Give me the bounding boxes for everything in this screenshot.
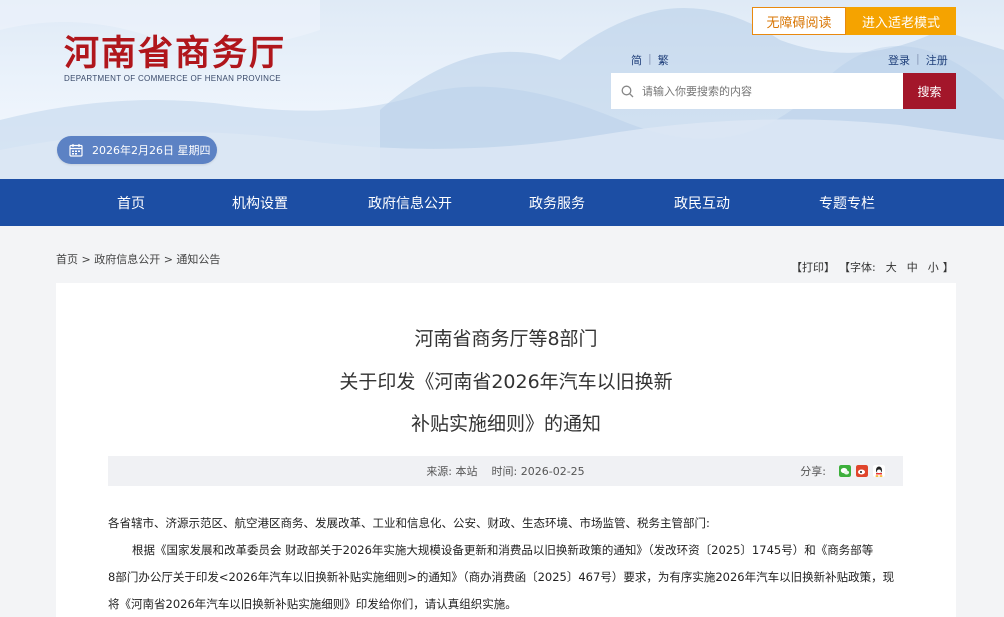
font-large[interactable]: 大	[886, 259, 897, 275]
logo-title: 河南省商务厅	[64, 33, 287, 74]
qq-icon[interactable]	[873, 465, 885, 477]
article-paragraph-line: 根据《国家发展和改革委员会 财政部关于2026年实施大规模设备更新和消费品以旧换…	[132, 543, 874, 557]
current-date: 2026年2月26日 星期四	[92, 144, 211, 157]
article-meta: 来源: 本站 时间: 2026-02-25 分享:	[108, 456, 903, 486]
divider: |	[648, 52, 652, 65]
search-button[interactable]: 搜索	[903, 73, 956, 109]
login-link[interactable]: 登录	[888, 52, 910, 68]
source-value: 本站	[455, 465, 478, 478]
font-medium[interactable]: 中	[907, 259, 918, 275]
source-label: 来源:	[426, 465, 453, 478]
article-title-line3: 补贴实施细则》的通知	[410, 413, 601, 435]
weibo-icon[interactable]	[856, 465, 868, 477]
elder-mode-button[interactable]: 进入适老模式	[846, 7, 956, 35]
article-salutation: 各省辖市、济源示范区、航空港区商务、发展改革、工业和信息化、公安、财政、生态环境…	[108, 516, 710, 530]
article-paragraph-line: 将《河南省2026年汽车以旧换新补贴实施细则》印发给你们，请认真组织实施。	[108, 597, 517, 611]
site-header: 河南省商务厅 DEPARTMENT OF COMMERCE OF HENAN P…	[0, 0, 1004, 179]
wechat-icon[interactable]	[839, 465, 851, 477]
share-bar: 分享:	[800, 456, 885, 486]
font-small[interactable]: 小	[928, 259, 939, 275]
search-icon	[621, 85, 634, 97]
time-label: 时间:	[491, 465, 518, 478]
search-bar: 搜索	[611, 73, 956, 109]
article-paragraph-line: 8部门办公厅关于印发<2026年汽车以旧换新补贴实施细则>的通知》（商办消费函〔…	[108, 570, 895, 584]
language-switch: 简 | 繁	[631, 52, 669, 68]
traditional-link[interactable]: 繁	[658, 52, 669, 68]
calendar-icon	[69, 144, 83, 157]
site-logo[interactable]: 河南省商务厅 DEPARTMENT OF COMMERCE OF HENAN P…	[64, 33, 287, 84]
nav-topics[interactable]: 专题专栏	[702, 179, 992, 226]
accessible-reading-button[interactable]: 无障碍阅读	[752, 7, 846, 35]
font-size-label: 【字体:	[839, 261, 876, 274]
search-box	[611, 73, 903, 109]
auth-links: 登录 | 注册	[888, 52, 948, 68]
divider: |	[916, 52, 920, 65]
print-link[interactable]: 【打印】	[791, 259, 835, 275]
article-card: 河南省商务厅等8部门 关于印发《河南省2026年汽车以旧换新 补贴实施细则》的通…	[56, 283, 956, 617]
search-input[interactable]	[642, 84, 892, 98]
date-badge: 2026年2月26日 星期四	[57, 136, 217, 164]
register-link[interactable]: 注册	[926, 52, 948, 68]
article-tools: 【打印】 【字体: 大 中 小 】	[791, 259, 954, 275]
font-size-close: 】	[942, 261, 954, 274]
simplified-link[interactable]: 简	[631, 52, 642, 68]
article-title-line1: 河南省商务厅等8部门	[414, 328, 598, 350]
main-nav: 首页 机构设置 政府信息公开 政务服务 政民互动 专题专栏	[0, 179, 1004, 226]
logo-subtitle: DEPARTMENT OF COMMERCE OF HENAN PROVINCE	[64, 74, 281, 83]
time-value: 2026-02-25	[520, 465, 585, 478]
share-label: 分享:	[800, 465, 826, 478]
breadcrumb[interactable]: 首页 > 政府信息公开 > 通知公告	[56, 251, 220, 267]
article-title-line2: 关于印发《河南省2026年汽车以旧换新	[339, 371, 673, 393]
